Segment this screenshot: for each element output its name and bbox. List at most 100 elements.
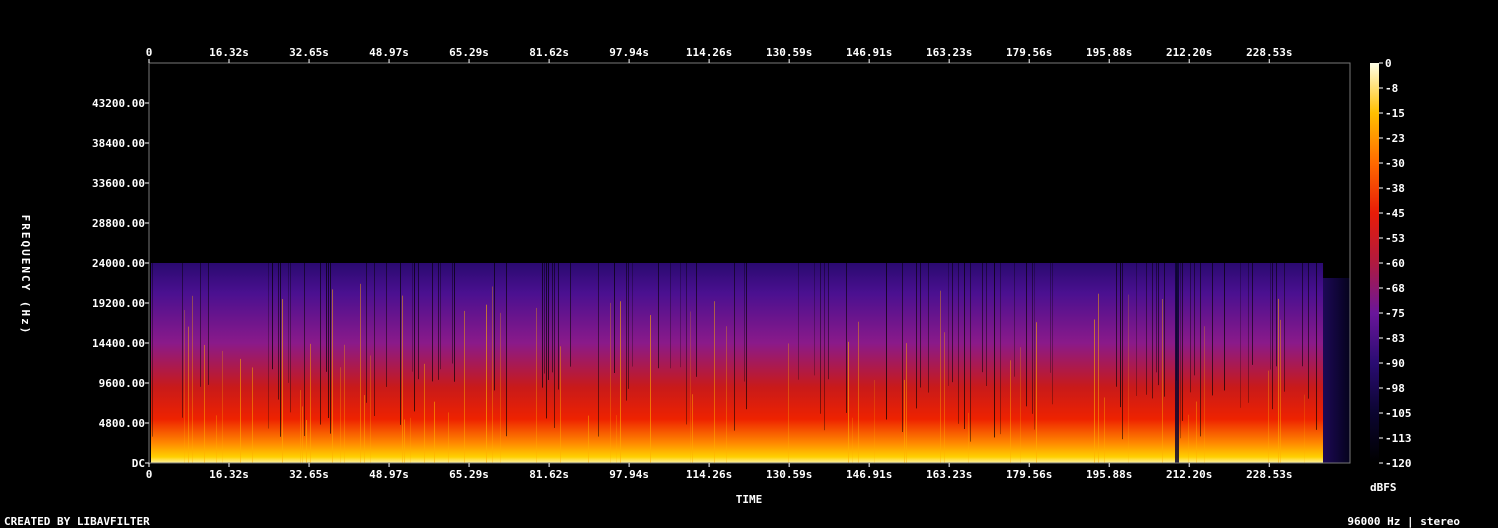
spectrogram-streak xyxy=(680,263,681,368)
spectrogram-streak xyxy=(302,406,303,463)
spectrogram-streak xyxy=(188,326,189,463)
colorbar-tick-label: -105 xyxy=(1385,407,1412,420)
spectrogram-streak xyxy=(432,263,433,382)
spectrogram-streak xyxy=(216,415,217,463)
spectrogram-image xyxy=(151,263,1350,463)
spectrogram-streak xyxy=(1272,263,1273,410)
spectrogram-streak xyxy=(418,263,419,380)
spectrogram-streak xyxy=(310,343,311,463)
spectrogram-streak xyxy=(1188,414,1189,463)
spectrogram-streak xyxy=(306,420,307,463)
spectrogram-streak xyxy=(410,417,411,463)
spectrogram-streak xyxy=(554,263,555,428)
colorbar: 0 -8 -15 -23 -30 -38 -45 -53 -60 -68 -75 -83 -90 -98 -… xyxy=(1370,57,1412,494)
spectrogram-streak xyxy=(650,315,651,463)
x-tick-label-top: 65.29s xyxy=(449,46,489,59)
x-axis-top: 0 16.32s 32.65s 48.97s 65.29s 81.62s 97.94s 114… xyxy=(146,46,1292,63)
spectrogram-streak xyxy=(968,412,969,463)
spectrogram-streak xyxy=(692,394,693,463)
spectrogram-streak xyxy=(546,263,547,419)
spectrogram-streak xyxy=(952,263,953,383)
spectrogram-streak xyxy=(464,310,465,463)
spectrogram-streak xyxy=(824,263,825,431)
spectrogram-streak xyxy=(1098,293,1099,463)
y-tick-label: 38400.00 xyxy=(92,137,145,150)
spectrogram-streak xyxy=(452,263,453,364)
spectrogram-streak xyxy=(548,263,549,380)
spectrogram-streak xyxy=(798,263,799,380)
spectrogram-streak xyxy=(402,295,403,463)
spectrogram-streak xyxy=(1010,360,1011,463)
spectrogram-streak xyxy=(182,263,183,418)
spectrogram-streak xyxy=(734,263,735,431)
y-axis: DC 4800.00 9600.00 14400.00 19200.00 24000.00… xyxy=(92,97,149,470)
spectrogram-streak xyxy=(486,304,487,463)
spectrogram-streak xyxy=(204,344,205,463)
colorbar-tick-label: -38 xyxy=(1385,182,1405,195)
spectrogram-streak xyxy=(746,263,747,410)
spectrogram-streak xyxy=(222,350,223,463)
spectrogram-streak xyxy=(628,263,629,389)
spectrogram-streak xyxy=(986,263,987,387)
spectrogram-streak xyxy=(686,263,687,425)
spectrogram-streak xyxy=(928,263,929,393)
spectrogram-streak xyxy=(272,263,273,370)
spectrogram-streak xyxy=(814,263,815,376)
spectrogram-streak xyxy=(544,263,545,374)
spectrogram-streak xyxy=(1284,263,1285,392)
x-tick-label-bottom: 97.94s xyxy=(609,468,649,481)
x-tick-label-top: 195.88s xyxy=(1086,46,1132,59)
spectrogram-streak xyxy=(282,299,283,463)
spectrogram-streak xyxy=(848,341,849,463)
spectrogram-streak xyxy=(536,307,537,463)
x-tick-label-top: 81.62s xyxy=(529,46,569,59)
x-tick-label-top: 179.56s xyxy=(1006,46,1052,59)
colorbar-tick-label: -90 xyxy=(1385,357,1405,370)
y-tick-label: 24000.00 xyxy=(92,257,145,270)
spectrogram-streak xyxy=(1158,263,1159,386)
spectrogram-streak xyxy=(1146,263,1147,395)
spectrogram-chart: 0 16.32s 32.65s 48.97s 65.29s 81.62s 97.94s 114… xyxy=(4,46,1460,528)
colorbar-tick-label: -15 xyxy=(1385,107,1405,120)
x-tick-label-top: 228.53s xyxy=(1246,46,1292,59)
spectrogram-streak xyxy=(414,263,415,412)
spectrogram-streak xyxy=(948,263,949,386)
spectrogram-streak xyxy=(886,263,887,420)
x-tick-label-top: 130.59s xyxy=(766,46,812,59)
spectrogram-streak xyxy=(1032,263,1033,414)
spectrogram-streak xyxy=(1094,319,1095,463)
spectrogram-streak xyxy=(1278,298,1279,463)
colorbar-tick-label: -75 xyxy=(1385,307,1405,320)
spectrogram-streak xyxy=(280,263,281,437)
y-tick-label: 28800.00 xyxy=(92,217,145,230)
spectrogram-streak xyxy=(726,326,727,463)
x-tick-label-top: 114.26s xyxy=(686,46,732,59)
spectrogram-streak xyxy=(902,263,903,433)
spectrogram-streak xyxy=(944,332,945,463)
spectrogram-streak xyxy=(1224,263,1225,391)
spectrogram-streak xyxy=(400,263,401,425)
spectrogram-tail xyxy=(1323,278,1350,463)
spectrogram-streak xyxy=(448,412,449,463)
spectrogram-streak xyxy=(714,301,715,463)
spectrogram-streak xyxy=(332,289,333,463)
spectrogram-streak xyxy=(200,263,201,387)
spectrogram-streak xyxy=(558,263,559,390)
spectrogram-streak xyxy=(846,263,847,413)
spectrogram-streak xyxy=(588,415,589,463)
spectrogram-streak xyxy=(598,263,599,437)
spectrogram-streak xyxy=(1014,263,1015,377)
spectrogram-streak xyxy=(438,263,439,380)
spectrogram-streak xyxy=(1316,263,1317,430)
spectrogram-streak xyxy=(1162,298,1163,463)
spectrogram-streak xyxy=(1182,263,1183,421)
spectrogram-streak xyxy=(1000,263,1001,435)
spectrogram-streak xyxy=(494,263,495,391)
colorbar-tick-label: 0 xyxy=(1385,57,1392,70)
spectrogram-streak xyxy=(874,380,875,463)
x-tick-label-bottom: 32.65s xyxy=(289,468,329,481)
spectrogram-streak xyxy=(424,363,425,463)
y-tick-label: 19200.00 xyxy=(92,297,145,310)
x-tick-label-top: 0 xyxy=(146,46,153,59)
stream-info-text: 96000 Hz | stereo xyxy=(1347,515,1460,528)
